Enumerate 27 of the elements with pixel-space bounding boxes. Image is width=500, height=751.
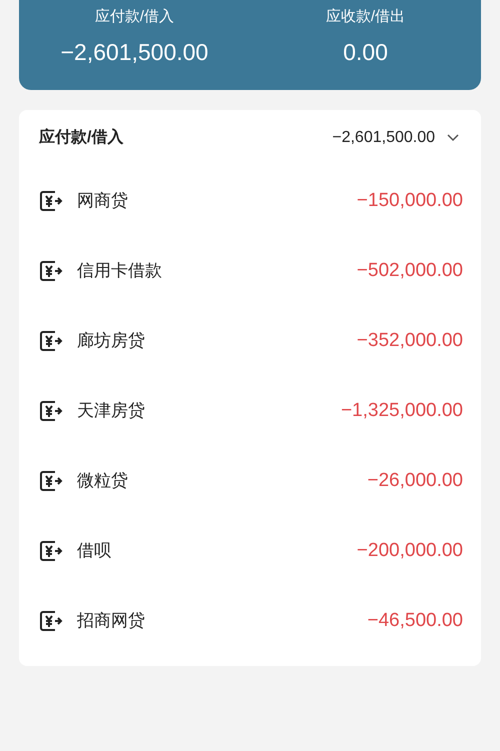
- money-icon: [39, 540, 63, 562]
- item-amount: −46,500.00: [367, 608, 463, 633]
- item-amount: −150,000.00: [356, 188, 463, 213]
- summary-label: 应付款/借入: [94, 7, 174, 27]
- item-amount: −352,000.00: [356, 328, 463, 353]
- item-name: 廊坊房贷: [77, 330, 145, 352]
- money-icon: [39, 400, 63, 422]
- item-amount: −200,000.00: [356, 538, 463, 563]
- item-name: 网商贷: [77, 190, 128, 212]
- item-name: 天津房贷: [77, 400, 145, 422]
- summary-amount: −2,601,500.00: [60, 38, 208, 66]
- chevron-icon: [447, 134, 459, 142]
- item-amount: −26,000.00: [367, 468, 463, 493]
- item-name: 信用卡借款: [77, 260, 162, 282]
- summary-label: 应收款/借出: [326, 7, 406, 27]
- item-amount: −502,000.00: [356, 258, 463, 283]
- item-name: 微粒贷: [77, 470, 128, 492]
- money-icon: [39, 190, 63, 212]
- item-name: 招商网贷: [77, 610, 145, 632]
- money-icon: [39, 470, 63, 492]
- money-icon: [39, 330, 63, 352]
- summary-amount: 0.00: [343, 38, 388, 66]
- money-icon: [39, 260, 63, 282]
- item-name: 借呗: [77, 540, 111, 562]
- item-amount: −1,325,000.00: [340, 398, 463, 423]
- money-icon: [39, 610, 63, 632]
- section-header[interactable]: 应付款/借入 −2,601,500.00: [19, 110, 481, 166]
